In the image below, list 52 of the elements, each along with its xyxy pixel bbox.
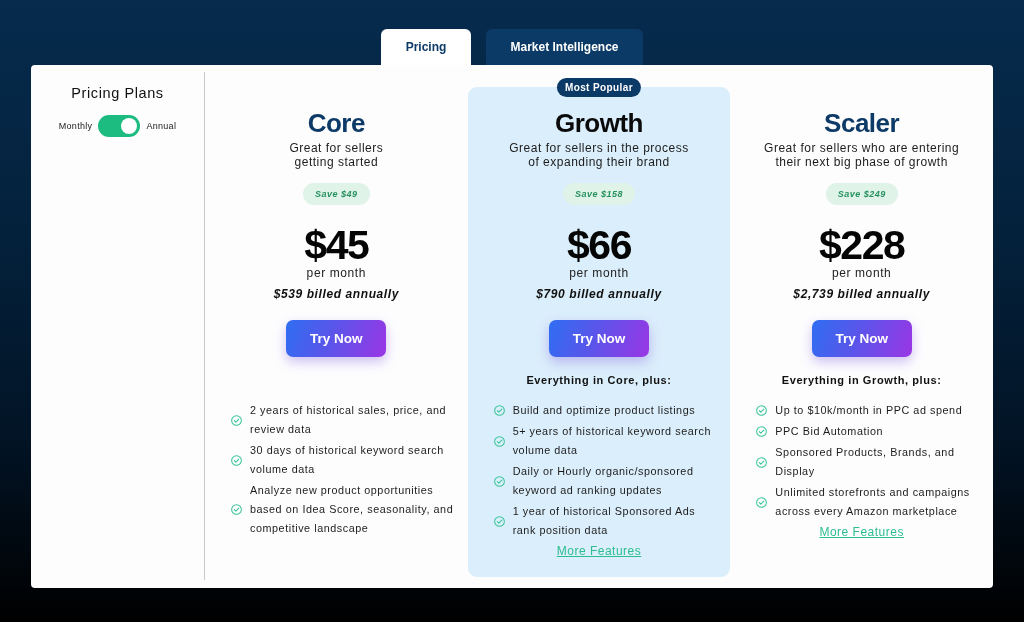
plan-name: Growth — [555, 108, 643, 138]
try-now-button[interactable]: Try Now — [811, 320, 912, 357]
check-circle-icon — [756, 405, 768, 416]
savings-pill: Save $49 — [303, 183, 370, 205]
toggle-label: Monthly — [58, 121, 93, 131]
price-period: per month — [569, 266, 629, 280]
check-circle-icon — [493, 475, 505, 487]
plan-price: $66 — [567, 224, 631, 266]
feature-text: 2 years of historical sales, price, and review data — [250, 403, 448, 437]
feature-text: Daily or Hourly organic/sponsored keyword ad ranking updates — [512, 464, 695, 498]
features-heading: Everything in Growth, plus: — [781, 374, 942, 386]
feature-text: 1 year of historical Sponsored Ads rank position data — [512, 504, 697, 538]
price-period: per month — [306, 266, 367, 280]
try-now-button[interactable]: Try Now — [549, 320, 649, 357]
plan-tagline: Great for sellers in the process of expanding their brand — [509, 141, 689, 169]
feature-text: PPC Bid Automation — [775, 424, 885, 439]
check-circle-icon — [231, 454, 242, 466]
savings-pill: Save $158 — [562, 183, 635, 205]
check-circle-icon — [756, 496, 768, 508]
features-heading: Everything in Core, plus: — [526, 374, 672, 386]
tab[interactable]: Pricing — [381, 29, 471, 65]
billed-amount: $539 billed annually — [273, 287, 399, 301]
plan-name: Scaler — [824, 108, 900, 138]
feature-text: 30 days of historical keyword search volume data — [250, 443, 445, 477]
plan-name: Core — [307, 108, 365, 138]
feature-text: Build and optimize product listings — [512, 403, 697, 418]
feature-text: Sponsored Products, Brands, and Display — [775, 445, 956, 479]
toggle-label: Annual — [146, 121, 177, 131]
check-circle-icon — [231, 504, 242, 515]
tab[interactable]: Market Intelligence — [486, 29, 643, 65]
feature-text: Up to $10k/month in PPC ad spend — [775, 403, 964, 418]
billing-toggle[interactable] — [98, 115, 141, 137]
check-circle-icon — [756, 456, 768, 468]
plan-price: $45 — [304, 224, 369, 266]
billed-amount: $2,739 billed annually — [793, 287, 930, 301]
plan-price: $228 — [819, 224, 905, 266]
check-circle-icon — [231, 414, 242, 426]
price-period: per month — [831, 266, 892, 280]
sidebar-title: Pricing Plans — [71, 84, 164, 102]
check-circle-icon — [493, 515, 505, 527]
savings-pill: Save $249 — [825, 183, 898, 205]
check-circle-icon — [493, 435, 505, 447]
feature-text: Analyze new product opportunities based on Idea Score, seasonality, and competitive landscape — [250, 483, 455, 536]
plan-tagline: Great for sellers getting started — [289, 141, 384, 169]
check-circle-icon — [493, 405, 505, 416]
try-now-button[interactable]: Try Now — [286, 320, 387, 357]
popular-badge: Most Popular — [556, 78, 642, 97]
feature-text: Unlimited storefronts and campaigns across every Amazon marketplace — [775, 485, 971, 519]
plan-tagline: Great for sellers who are entering their next big phase of growth — [764, 141, 960, 169]
feature-text: 5+ years of historical keyword search volume data — [512, 424, 712, 458]
billed-amount: $790 billed annually — [536, 287, 662, 301]
check-circle-icon — [756, 426, 768, 437]
